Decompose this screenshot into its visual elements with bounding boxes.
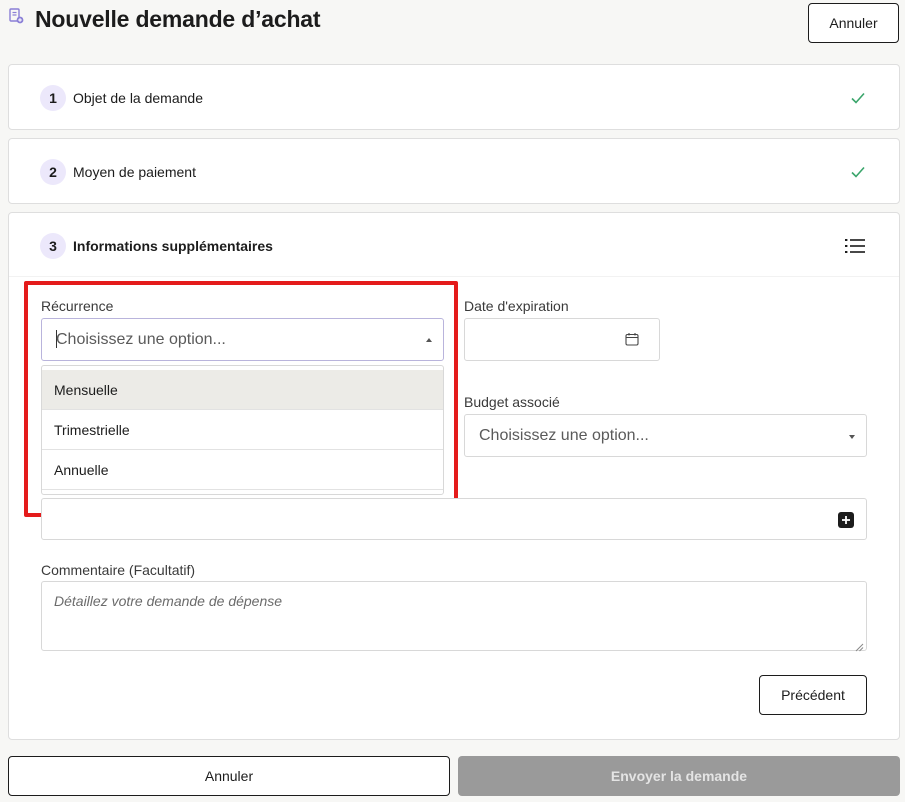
- attachment-input[interactable]: [41, 498, 867, 540]
- step-number: 2: [40, 159, 66, 185]
- step-label: Objet de la demande: [73, 90, 203, 106]
- comment-textarea[interactable]: Détaillez votre demande de dépense: [41, 581, 867, 652]
- recurrence-dropdown: Mensuelle Trimestrielle Annuelle: [41, 365, 444, 495]
- step-number: 1: [40, 85, 66, 111]
- option-trimestrielle[interactable]: Trimestrielle: [42, 410, 443, 450]
- budget-select[interactable]: Choisissez une option...: [464, 414, 867, 457]
- recurrence-label: Récurrence: [41, 298, 114, 314]
- step-object[interactable]: 1 Objet de la demande: [8, 64, 900, 130]
- option-mensuelle[interactable]: Mensuelle: [42, 370, 443, 410]
- expiration-date-input[interactable]: [464, 318, 660, 361]
- step-header[interactable]: 3 Informations supplémentaires: [9, 213, 899, 277]
- check-icon: [849, 89, 867, 107]
- comment-label: Commentaire (Facultatif): [41, 562, 196, 578]
- document-plus-icon: [8, 8, 24, 24]
- chevron-down-icon: [849, 435, 855, 439]
- step-number: 3: [40, 233, 66, 259]
- comment-placeholder: Détaillez votre demande de dépense: [54, 593, 283, 609]
- recurrence-placeholder: Choisissez une option...: [56, 331, 226, 348]
- step-label: Moyen de paiement: [73, 164, 196, 180]
- step-payment[interactable]: 2 Moyen de paiement: [8, 138, 900, 204]
- expiration-date-label: Date d'expiration: [464, 298, 569, 314]
- submit-button[interactable]: Envoyer la demande: [458, 756, 900, 796]
- previous-button[interactable]: Précédent: [759, 675, 867, 715]
- option-annuelle[interactable]: Annuelle: [42, 450, 443, 490]
- page-title: Nouvelle demande d’achat: [35, 6, 321, 32]
- budget-label: Budget associé: [464, 394, 560, 410]
- recurrence-select[interactable]: Choisissez une option...: [41, 318, 444, 361]
- resize-grip-icon[interactable]: [855, 639, 864, 652]
- caret-up-icon: [426, 338, 432, 342]
- check-icon: [849, 163, 867, 181]
- plus-icon[interactable]: [838, 512, 854, 528]
- cancel-button[interactable]: Annuler: [808, 3, 899, 43]
- list-icon: [845, 238, 865, 254]
- step-label: Informations supplémentaires: [73, 238, 273, 254]
- calendar-icon[interactable]: [625, 332, 639, 346]
- footer-cancel-button[interactable]: Annuler: [8, 756, 450, 796]
- budget-placeholder: Choisissez une option...: [479, 427, 649, 444]
